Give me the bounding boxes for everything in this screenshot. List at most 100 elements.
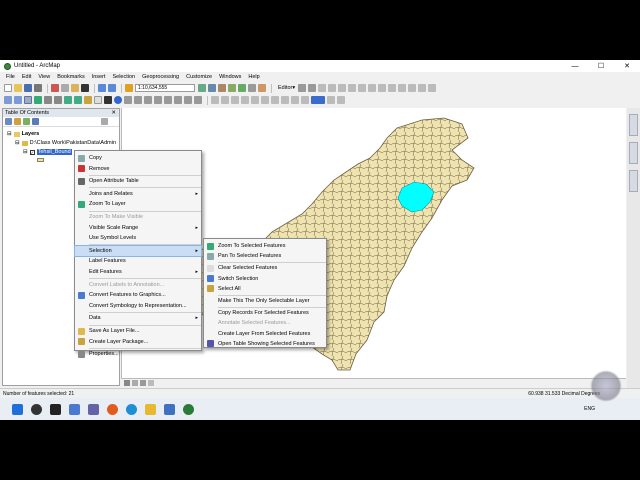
file-explorer-icon[interactable] [145, 403, 156, 415]
edge-icon[interactable] [126, 403, 137, 415]
toc-icon[interactable] [208, 84, 216, 92]
menu-item[interactable]: Zoom To Layer [75, 199, 201, 209]
menu-item[interactable]: Visible Scale Range ▸ [75, 223, 201, 233]
line-color-icon[interactable] [301, 96, 309, 104]
time-slider-icon[interactable] [184, 96, 192, 104]
menu-item[interactable]: Convert Features to Graphics... [75, 290, 201, 300]
delete-icon[interactable] [81, 84, 89, 92]
viewer-icon[interactable] [194, 96, 202, 104]
menu-item[interactable]: Edit Features ▸ [75, 267, 201, 277]
attributes-icon[interactable] [408, 84, 417, 92]
font-color-icon[interactable] [281, 96, 289, 104]
list-by-drawing-order-icon[interactable] [5, 118, 12, 125]
collapse-icon[interactable]: ⊟ [23, 149, 28, 155]
menu-insert[interactable]: Insert [92, 74, 106, 80]
create-features-icon[interactable] [428, 84, 437, 92]
hyperlink-icon[interactable] [124, 96, 132, 104]
search-icon[interactable] [31, 403, 42, 415]
edit-tool-icon[interactable] [298, 84, 307, 92]
menu-item[interactable]: Clear Selected Features [204, 263, 326, 273]
measure-icon[interactable] [144, 96, 152, 104]
reshape-icon[interactable] [368, 84, 377, 92]
cut-icon[interactable] [51, 84, 59, 92]
minimize-button[interactable]: — [562, 60, 588, 72]
refresh-icon[interactable] [140, 380, 146, 386]
menu-bookmarks[interactable]: Bookmarks [57, 74, 85, 80]
catalog-icon[interactable] [218, 84, 226, 92]
close-button[interactable]: ✕ [614, 60, 640, 72]
menu-edit[interactable]: Edit [22, 74, 31, 80]
save-icon[interactable] [24, 84, 32, 92]
add-data-icon[interactable] [125, 84, 133, 92]
menu-item[interactable]: Label Features [75, 256, 201, 266]
python-icon[interactable] [248, 84, 256, 92]
font-size-icon[interactable] [241, 96, 249, 104]
straight-segment-icon[interactable] [318, 84, 327, 92]
menu-item[interactable]: Selection ▸ [74, 244, 202, 257]
zoom-whole-page-icon[interactable] [327, 96, 335, 104]
arctoolbox-icon[interactable] [238, 84, 246, 92]
layer-name[interactable]: Tehsil_Bound [36, 149, 72, 155]
menu-geoprocessing[interactable]: Geoprocessing [142, 74, 179, 80]
firefox-icon[interactable] [107, 403, 118, 415]
menu-item[interactable]: Data ▸ [75, 313, 201, 323]
draw-text-icon[interactable] [221, 96, 229, 104]
menu-help[interactable]: Help [248, 74, 259, 80]
menu-file[interactable]: File [6, 74, 15, 80]
list-by-source-icon[interactable] [14, 118, 21, 125]
redo-icon[interactable] [108, 84, 116, 92]
draw-rectangle-icon[interactable] [211, 96, 219, 104]
pan-icon[interactable] [24, 96, 32, 104]
scale-input[interactable]: 1:10,634,555 [135, 84, 195, 92]
cut-polygons-icon[interactable] [378, 84, 387, 92]
go-back-icon[interactable] [64, 96, 72, 104]
editor-menu[interactable]: Editor▾ [278, 85, 295, 91]
menu-item[interactable]: Save As Layer File... [75, 326, 201, 336]
fixed-zoom-out-icon[interactable] [54, 96, 62, 104]
find-icon[interactable] [154, 96, 162, 104]
folder-node[interactable]: ⊟ D:\Class Work\PakistanData\Admin [15, 140, 116, 146]
identify-icon[interactable] [114, 96, 122, 104]
sketch-properties-icon[interactable] [418, 84, 427, 92]
menu-item[interactable]: Copy [75, 153, 201, 163]
create-features-tab[interactable] [629, 170, 638, 192]
menu-item[interactable]: Create Layer From Selected Features [204, 329, 326, 339]
menu-item[interactable]: Make This The Only Selectable Layer [204, 296, 326, 306]
task-view-icon[interactable] [50, 403, 61, 415]
split-icon[interactable] [388, 84, 397, 92]
search-tab[interactable] [629, 142, 638, 164]
html-popup-icon[interactable] [134, 96, 142, 104]
menu-item[interactable]: Open Attribute Table [75, 176, 201, 186]
marker-color-icon[interactable] [311, 96, 325, 104]
modelbuilder-icon[interactable] [258, 84, 266, 92]
editor-toolbar-icon[interactable] [198, 84, 206, 92]
point-icon[interactable] [348, 84, 357, 92]
zoom-out-icon[interactable] [14, 96, 22, 104]
clear-selection-icon[interactable] [94, 96, 102, 104]
zoom-in-icon[interactable] [4, 96, 12, 104]
layer-node[interactable]: ⊟ ✓ Tehsil_Bound [23, 149, 72, 155]
toc-close-icon[interactable]: ✕ [111, 109, 116, 117]
menu-view[interactable]: View [38, 74, 50, 80]
layers-root[interactable]: ⊟ Layers [7, 131, 39, 137]
input-language[interactable]: ENG [584, 406, 595, 412]
collapse-icon[interactable]: ⊟ [15, 140, 20, 146]
full-extent-icon[interactable] [34, 96, 42, 104]
menu-customize[interactable]: Customize [186, 74, 212, 80]
catalog-tab[interactable] [629, 114, 638, 136]
new-icon[interactable] [4, 84, 12, 92]
underline-icon[interactable] [271, 96, 279, 104]
font-icon[interactable] [231, 96, 239, 104]
maximize-button[interactable]: ☐ [588, 60, 614, 72]
collapse-icon[interactable]: ⊟ [7, 131, 12, 137]
italic-icon[interactable] [261, 96, 269, 104]
layout-view-icon[interactable] [132, 380, 138, 386]
store-icon[interactable] [164, 403, 175, 415]
toc-options-icon[interactable] [101, 118, 108, 125]
menu-selection[interactable]: Selection [112, 74, 135, 80]
menu-item[interactable]: Open Table Showing Selected Features [204, 339, 326, 349]
menu-item[interactable]: Use Symbol Levels [75, 233, 201, 243]
menu-item[interactable]: Copy Records For Selected Features [204, 308, 326, 318]
rotate-icon[interactable] [398, 84, 407, 92]
find-route-icon[interactable] [164, 96, 172, 104]
